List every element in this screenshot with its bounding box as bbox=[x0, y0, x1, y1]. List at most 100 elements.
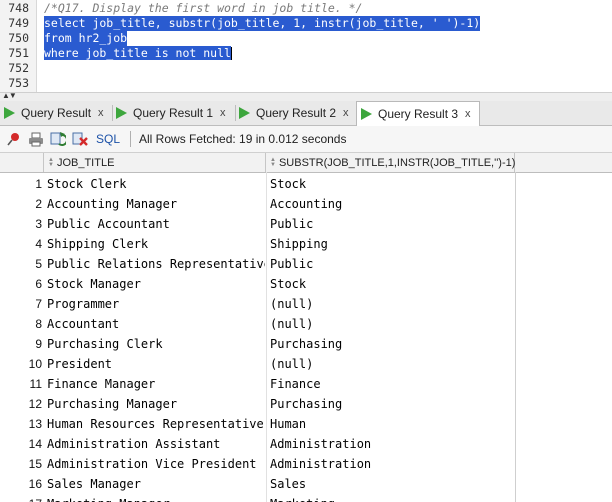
row-number: 8 bbox=[35, 317, 42, 331]
sql-editor[interactable]: 748 749 750 751 752 753 /*Q17. Display t… bbox=[0, 0, 612, 92]
splitter-arrows-icon[interactable]: ▲▼ bbox=[2, 91, 17, 100]
tab-query-result-1[interactable]: Query Result 1 x bbox=[116, 101, 226, 125]
column-header-substr[interactable]: ▲ ▼ SUBSTR(JOB_TITLE,1,INSTR(JOB_TITLE,''… bbox=[266, 153, 515, 172]
text-caret bbox=[230, 47, 232, 60]
sort-icon[interactable]: ▲ ▼ bbox=[48, 157, 54, 168]
cell-substr[interactable]: Purchasing bbox=[270, 394, 515, 414]
results-tab-strip: Query Result x Query Result 1 x Query Re… bbox=[0, 101, 612, 126]
cell-substr[interactable]: Marketing bbox=[270, 494, 515, 502]
cell-substr[interactable]: Public bbox=[270, 254, 515, 274]
cell-job-title[interactable]: Accountant bbox=[47, 314, 265, 334]
row-number: 3 bbox=[35, 217, 42, 231]
cell-job-title[interactable]: President bbox=[47, 354, 265, 374]
refresh-icon[interactable] bbox=[50, 131, 66, 147]
cell-substr[interactable]: Shipping bbox=[270, 234, 515, 254]
column-header-label: JOB_TITLE bbox=[56, 156, 115, 169]
table-row[interactable]: 7 Programmer (null) bbox=[0, 294, 612, 314]
row-number: 10 bbox=[28, 357, 42, 371]
cell-job-title[interactable]: Programmer bbox=[47, 294, 265, 314]
cell-substr[interactable]: (null) bbox=[270, 294, 515, 314]
cell-substr[interactable]: Stock bbox=[270, 174, 515, 194]
column-header-label: SUBSTR(JOB_TITLE,1,INSTR(JOB_TITLE,'')-1… bbox=[278, 156, 516, 169]
cell-job-title[interactable]: Administration Vice President bbox=[47, 454, 265, 474]
cell-substr[interactable]: Sales bbox=[270, 474, 515, 494]
row-number: 1 bbox=[35, 177, 42, 191]
cell-substr[interactable]: Human bbox=[270, 414, 515, 434]
row-number: 5 bbox=[35, 257, 42, 271]
cell-substr[interactable]: Finance bbox=[270, 374, 515, 394]
cell-job-title[interactable]: Administration Assistant bbox=[47, 434, 265, 454]
row-number-header bbox=[0, 153, 44, 172]
row-number: 2 bbox=[35, 197, 42, 211]
line-number: 749 bbox=[8, 16, 29, 30]
code-line-from[interactable]: from hr2_job bbox=[44, 31, 128, 46]
cell-substr[interactable]: Purchasing bbox=[270, 334, 515, 354]
cell-job-title[interactable]: Public Relations Representative bbox=[47, 254, 265, 274]
cancel-icon[interactable] bbox=[72, 131, 88, 147]
tab-query-result-3[interactable]: Query Result 3 x bbox=[356, 101, 480, 126]
cell-job-title[interactable]: Finance Manager bbox=[47, 374, 265, 394]
table-row[interactable]: 2 Accounting Manager Accounting bbox=[0, 194, 612, 214]
tab-query-result[interactable]: Query Result x bbox=[4, 101, 104, 125]
cell-job-title[interactable]: Stock Manager bbox=[47, 274, 265, 294]
cell-substr[interactable]: (null) bbox=[270, 354, 515, 374]
cell-job-title[interactable]: Purchasing Clerk bbox=[47, 334, 265, 354]
table-row[interactable]: 4 Shipping Clerk Shipping bbox=[0, 234, 612, 254]
row-number: 4 bbox=[35, 237, 42, 251]
cell-job-title[interactable]: Human Resources Representative bbox=[47, 414, 265, 434]
row-number: 6 bbox=[35, 277, 42, 291]
cell-substr[interactable]: Accounting bbox=[270, 194, 515, 214]
cell-job-title[interactable]: Sales Manager bbox=[47, 474, 265, 494]
code-line-where-wrap[interactable]: where job_title is not null bbox=[44, 46, 232, 61]
tab-label: Query Result 1 bbox=[133, 106, 214, 120]
table-row[interactable]: 9 Purchasing Clerk Purchasing bbox=[0, 334, 612, 354]
cell-substr[interactable]: Stock bbox=[270, 274, 515, 294]
cell-job-title[interactable]: Purchasing Manager bbox=[47, 394, 265, 414]
close-tab-icon[interactable]: x bbox=[220, 107, 226, 119]
table-row[interactable]: 16 Sales Manager Sales bbox=[0, 474, 612, 494]
cell-job-title[interactable]: Public Accountant bbox=[47, 214, 265, 234]
run-icon bbox=[239, 107, 250, 119]
tab-query-result-2[interactable]: Query Result 2 x bbox=[239, 101, 349, 125]
code-line-select[interactable]: select job_title, substr(job_title, 1, i… bbox=[44, 16, 481, 31]
results-toolbar: SQL All Rows Fetched: 19 in 0.012 second… bbox=[0, 126, 612, 153]
cell-substr[interactable]: Public bbox=[270, 214, 515, 234]
column-header-job-title[interactable]: ▲ ▼ JOB_TITLE bbox=[44, 153, 266, 172]
cell-job-title[interactable]: Shipping Clerk bbox=[47, 234, 265, 254]
cell-job-title[interactable]: Marketing Manager bbox=[47, 494, 265, 502]
sql-link[interactable]: SQL bbox=[96, 132, 120, 146]
table-row[interactable]: 15 Administration Vice President Administr… bbox=[0, 454, 612, 474]
line-number: 751 bbox=[8, 46, 29, 60]
pin-icon[interactable] bbox=[6, 131, 22, 147]
tab-label: Query Result 3 bbox=[378, 107, 459, 121]
table-row[interactable]: 13 Human Resources Representative Human bbox=[0, 414, 612, 434]
table-row[interactable]: 11 Finance Manager Finance bbox=[0, 374, 612, 394]
run-icon bbox=[116, 107, 127, 119]
code-line-comment[interactable]: /*Q17. Display the first word in job tit… bbox=[44, 1, 363, 16]
table-row[interactable]: 10 President (null) bbox=[0, 354, 612, 374]
close-tab-icon[interactable]: x bbox=[343, 107, 349, 119]
close-tab-icon[interactable]: x bbox=[465, 108, 471, 120]
sort-icon[interactable]: ▲ ▼ bbox=[270, 157, 276, 168]
table-row[interactable]: 6 Stock Manager Stock bbox=[0, 274, 612, 294]
results-grid[interactable]: ▲ ▼ JOB_TITLE ▲ ▼ SUBSTR(JOB_TITLE,1,INSTR… bbox=[0, 153, 612, 502]
cell-substr[interactable]: Administration bbox=[270, 434, 515, 454]
cell-substr[interactable]: Administration bbox=[270, 454, 515, 474]
line-number: 748 bbox=[8, 1, 29, 15]
table-row[interactable]: 1 Stock Clerk Stock bbox=[0, 174, 612, 194]
cell-job-title[interactable]: Accounting Manager bbox=[47, 194, 265, 214]
row-number: 13 bbox=[28, 417, 42, 431]
table-row[interactable]: 8 Accountant (null) bbox=[0, 314, 612, 334]
toolbar-divider bbox=[130, 131, 132, 147]
row-number: 9 bbox=[35, 337, 42, 351]
cell-substr[interactable]: (null) bbox=[270, 314, 515, 334]
table-row[interactable]: 3 Public Accountant Public bbox=[0, 214, 612, 234]
table-row[interactable]: 12 Purchasing Manager Purchasing bbox=[0, 394, 612, 414]
print-icon[interactable] bbox=[28, 131, 44, 147]
table-row[interactable]: 5 Public Relations Representative Public bbox=[0, 254, 612, 274]
code-line-where[interactable]: where job_title is not null bbox=[44, 46, 231, 60]
table-row[interactable]: 17 Marketing Manager Marketing bbox=[0, 494, 612, 502]
table-row[interactable]: 14 Administration Assistant Administration bbox=[0, 434, 612, 454]
close-tab-icon[interactable]: x bbox=[98, 107, 104, 119]
cell-job-title[interactable]: Stock Clerk bbox=[47, 174, 265, 194]
